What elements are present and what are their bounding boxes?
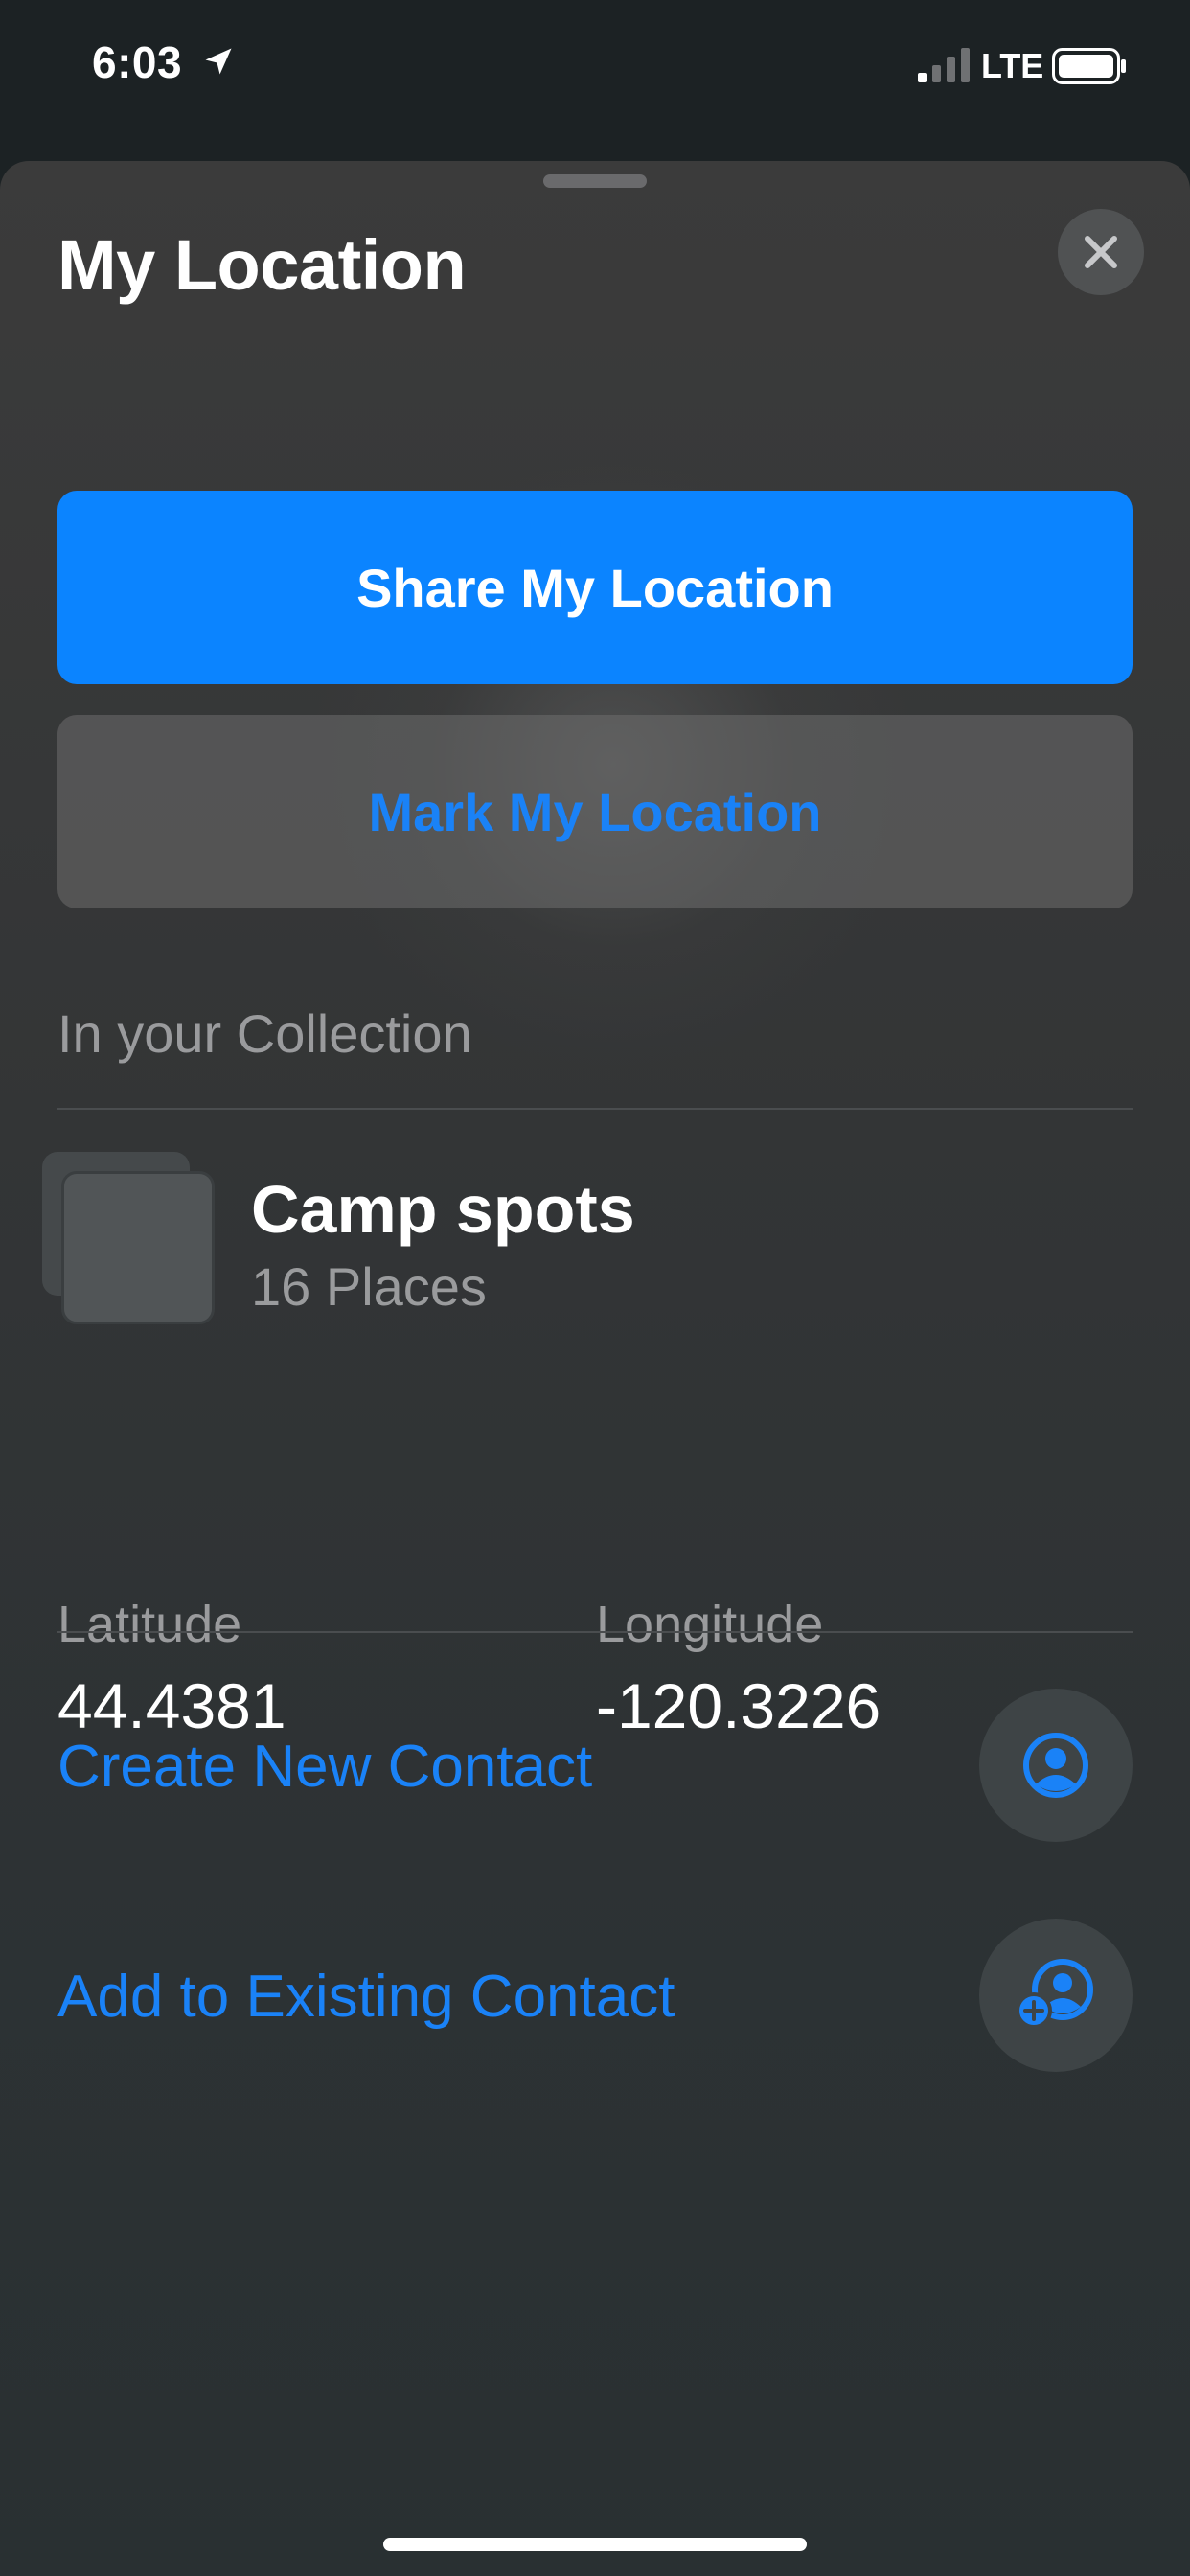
close-button[interactable] [1058,209,1144,295]
collection-name: Camp spots [251,1172,635,1247]
screen: 6:03 LTE My Location Share My Location M… [0,0,1190,2576]
sheet-grabber[interactable] [543,174,647,188]
person-circle-icon [1023,1733,1088,1798]
share-my-location-button[interactable]: Share My Location [57,491,1133,684]
latitude-value[interactable]: 44.4381 [57,1669,286,1742]
location-arrow-icon [205,48,232,75]
sheet-title: My Location [57,225,467,305]
collection-count: 16 Places [251,1256,487,1317]
divider [57,1631,1133,1633]
home-indicator[interactable] [383,2538,807,2551]
collection-item[interactable]: Camp spots 16 Places [42,1152,1133,1334]
latitude-label: Latitude [57,1596,242,1653]
create-new-contact-button[interactable] [979,1689,1133,1842]
battery-icon [1052,48,1126,84]
add-to-existing-contact-link[interactable]: Add to Existing Contact [57,1963,675,2031]
create-new-contact-link[interactable]: Create New Contact [57,1733,592,1801]
person-add-icon [1016,1959,1093,2029]
collection-section-header: In your Collection [57,1003,472,1064]
status-time: 6:03 [92,37,183,87]
carrier-label: LTE [981,46,1044,85]
mark-my-location-button[interactable]: Mark My Location [57,715,1133,908]
longitude-label: Longitude [596,1596,824,1653]
close-icon [1085,236,1117,268]
longitude-value[interactable]: -120.3226 [596,1669,881,1742]
add-to-existing-contact-button[interactable] [979,1919,1133,2072]
collection-thumbnail [61,1171,215,1324]
location-sheet: My Location Share My Location Mark My Lo… [0,161,1190,2576]
signal-bars-icon [918,48,970,82]
status-bar: 6:03 LTE [0,0,1190,134]
divider [57,1108,1133,1110]
